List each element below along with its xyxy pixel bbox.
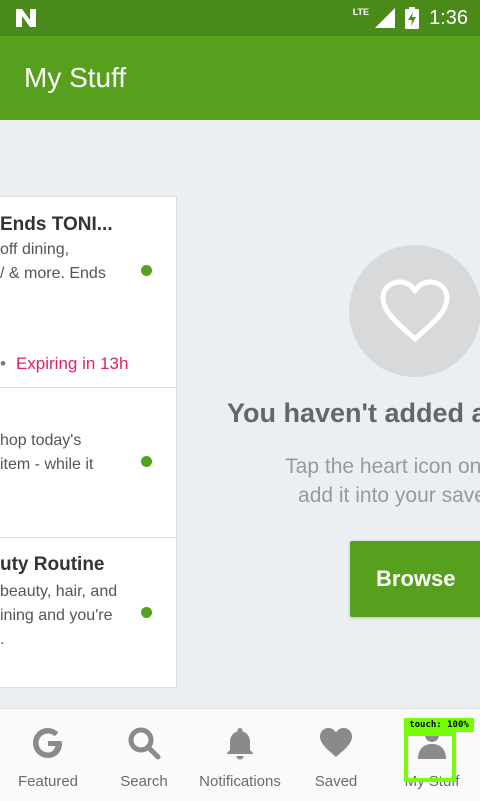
unread-dot [141,265,152,276]
nav-label: Saved [314,773,358,790]
deal-card[interactable]: hop today's item - while it [0,387,176,538]
nav-search[interactable]: Search [96,709,192,801]
deal-list[interactable]: Ends TONI... off dining, / & more. Ends … [0,196,177,688]
deal-desc-line: off dining, [0,241,70,258]
deal-desc-line: beauty, hair, and [0,583,118,600]
content-area: Ends TONI... off dining, / & more. Ends … [0,120,480,708]
signal-icon [375,8,396,28]
nav-label: Search [120,773,168,790]
nav-label: Featured [17,773,79,790]
deal-title: Ends TONI... [0,214,113,235]
heart-outline-icon [380,279,450,342]
g-logo-icon [33,728,62,758]
deal-desc-line: . [0,631,5,648]
battery-icon [405,7,420,29]
unread-dot [141,456,152,467]
touch-indicator-box [404,732,456,782]
clock: 1:36 [429,6,468,29]
nav-saved[interactable]: Saved [288,709,384,801]
expiring-label: Expiring in 13h [15,354,129,373]
empty-subtitle: Tap the heart icon on a add it into your… [242,452,480,510]
nav-featured[interactable]: Featured [0,709,96,801]
browse-button[interactable]: Browse [350,541,480,617]
android-n-icon [16,9,36,27]
network-type: LTE [352,7,370,17]
nav-notifications[interactable]: Notifications [192,709,288,801]
search-icon [128,727,161,760]
empty-state: You haven't added a Tap the heart icon o… [176,120,480,708]
status-bar: LTE 1:36 [0,0,480,36]
status-icons: LTE 1:36 [353,0,468,36]
touch-indicator-label: touch: 100% [404,718,474,732]
nav-label: Notifications [199,773,281,790]
deal-expiry: • Expiring in 13h [0,354,129,373]
page-title: My Stuff [24,62,127,93]
deal-desc-line: item - while it [0,456,94,473]
deal-card[interactable]: Ends TONI... off dining, / & more. Ends … [0,197,176,388]
unread-dot [141,607,152,618]
app-bar: My Stuff [0,36,480,120]
bell-icon [227,728,253,760]
heart-circle [349,245,480,377]
deal-desc-line: hop today's [0,432,82,449]
empty-subtitle-line: Tap the heart icon on a [285,455,480,478]
deal-title: uty Routine [0,554,105,575]
heart-icon [320,728,352,757]
deal-desc-line: ining and you're [0,607,113,624]
empty-subtitle-line: add it into your save [298,484,480,507]
deal-desc-line: / & more. Ends [0,265,106,282]
empty-title: You haven't added a [227,398,480,428]
deal-card[interactable]: uty Routine beauty, hair, and ining and … [0,537,176,688]
